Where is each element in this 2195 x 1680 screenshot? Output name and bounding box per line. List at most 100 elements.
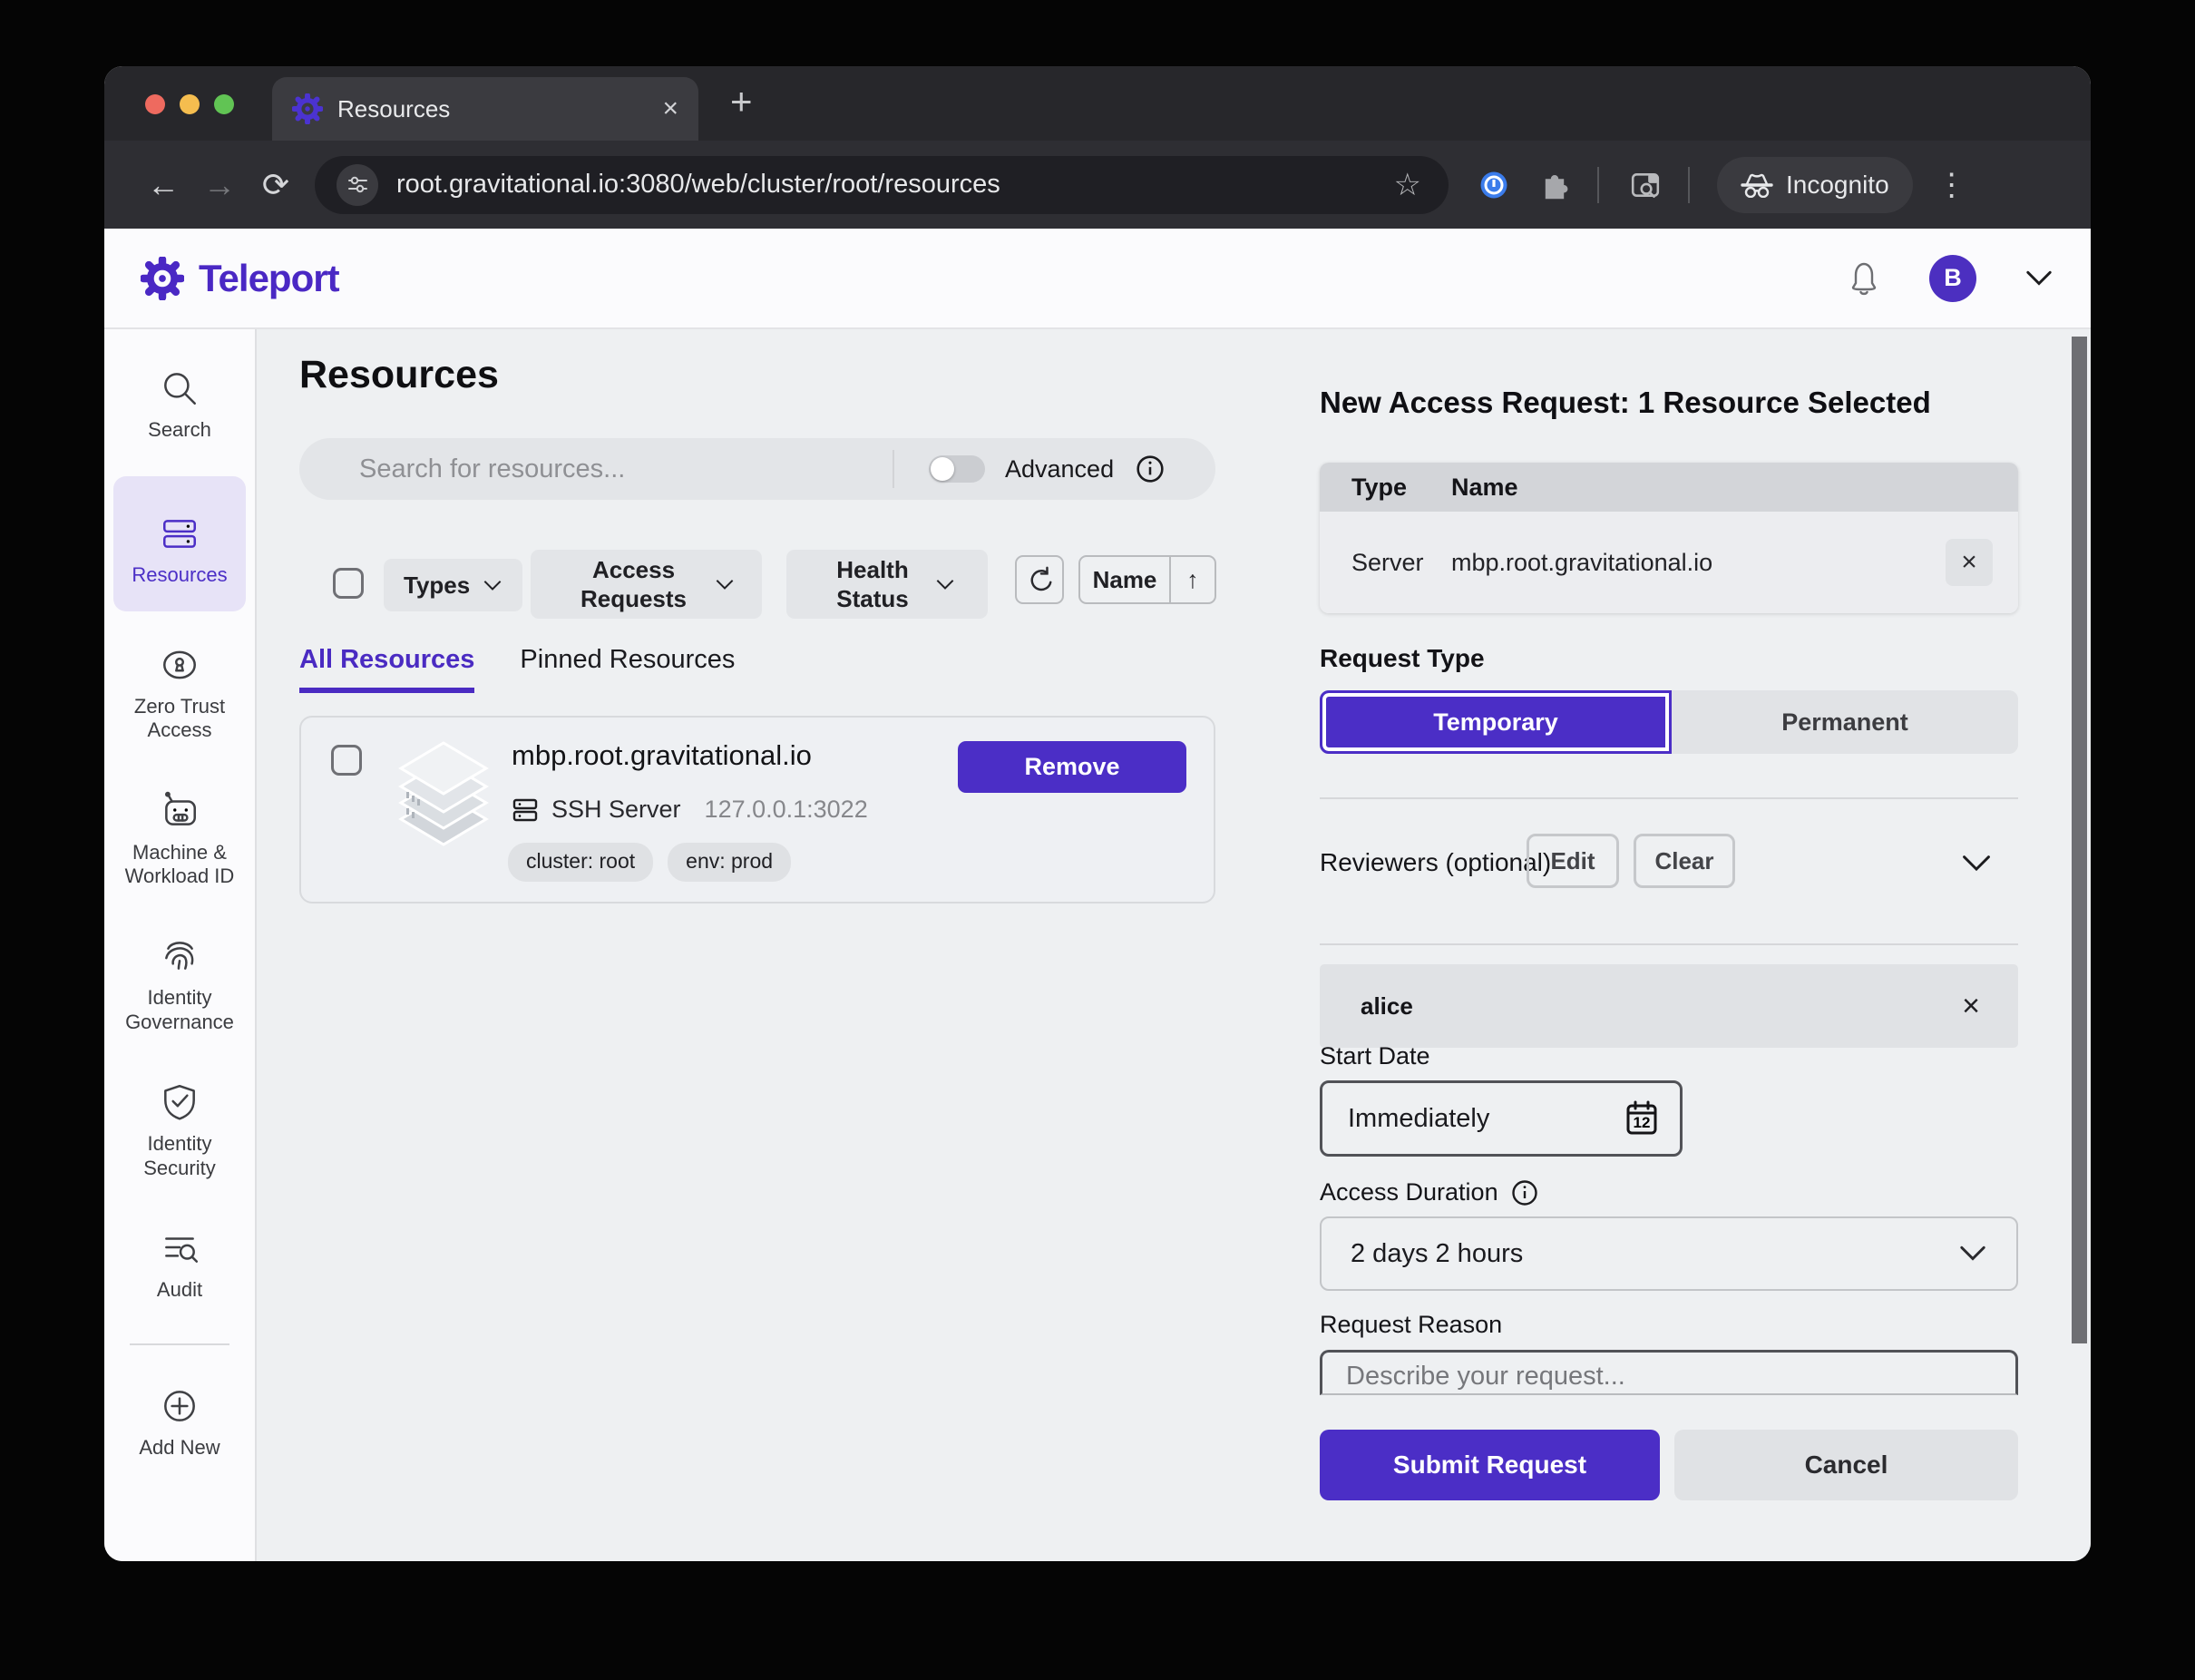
new-tab-button[interactable]: + <box>730 83 753 121</box>
forward-button[interactable]: → <box>191 166 248 204</box>
access-requests-filter-button[interactable]: Access Requests <box>531 550 762 619</box>
clear-reviewers-button[interactable]: Clear <box>1634 834 1735 888</box>
extensions-puzzle-icon <box>1539 167 1570 203</box>
teleport-logo[interactable]: Teleport <box>141 257 339 300</box>
back-button[interactable]: ← <box>135 166 191 204</box>
bookmark-star-icon[interactable]: ☆ <box>1389 167 1427 203</box>
table-row: Server mbp.root.gravitational.io × <box>1320 512 2018 613</box>
machine-id-icon <box>159 790 200 832</box>
browser-toolbar: ← → ⟳ root.gravitational.io:3080/web/clu… <box>104 141 2091 229</box>
filter-row: Types Access Requests Health Status Name <box>257 550 1218 622</box>
vertical-scrollbar[interactable] <box>2072 337 2087 1343</box>
incognito-icon <box>1741 172 1773 198</box>
brand-name: Teleport <box>199 257 339 300</box>
permanent-option[interactable]: Permanent <box>1672 690 2018 754</box>
sidebar: Search Resources Zero Trust Access Machi… <box>104 329 257 1561</box>
user-menu-chevron-icon[interactable] <box>2024 269 2054 288</box>
server-stack-illustration <box>392 734 495 854</box>
user-avatar[interactable]: B <box>1929 255 1976 302</box>
calendar-icon <box>1624 1099 1660 1138</box>
side-panel-button[interactable] <box>1630 171 1661 200</box>
toolbar-divider <box>1688 167 1690 203</box>
zero-trust-icon <box>159 644 200 686</box>
resource-card[interactable]: mbp.root.gravitational.io SSH Server 127… <box>299 716 1215 903</box>
onepassword-extension-button[interactable] <box>1479 171 1508 200</box>
resources-icon <box>159 513 200 554</box>
minimize-window-button[interactable] <box>180 94 200 114</box>
site-settings-button[interactable] <box>337 164 378 206</box>
incognito-badge: Incognito <box>1717 157 1913 213</box>
access-duration-select[interactable]: 2 days 2 hours <box>1320 1216 2018 1291</box>
reviewers-label: Reviewers (optional) <box>1320 848 1551 877</box>
fingerprint-icon <box>159 935 200 977</box>
remove-button[interactable]: Remove <box>958 741 1186 793</box>
advanced-label: Advanced <box>1005 455 1114 483</box>
resource-checkbox[interactable] <box>331 745 362 776</box>
remove-reviewer-icon[interactable]: × <box>1962 989 1980 1024</box>
sidebar-item-identity-security[interactable]: Identity Security <box>113 1069 246 1195</box>
submit-request-button[interactable]: Submit Request <box>1320 1430 1660 1500</box>
ssh-server-icon <box>512 796 539 824</box>
main-content: Resources Advanced Types Access Requests <box>257 329 2091 1561</box>
sidebar-item-resources[interactable]: Resources <box>113 476 246 610</box>
section-divider <box>1320 797 2018 799</box>
row-type: Server <box>1320 549 1451 577</box>
tab-all-resources[interactable]: All Resources <box>299 645 474 693</box>
maximize-window-button[interactable] <box>214 94 234 114</box>
temporary-option[interactable]: Temporary <box>1320 690 1672 754</box>
edit-reviewers-button[interactable]: Edit <box>1527 834 1619 888</box>
audit-icon <box>159 1227 200 1269</box>
resource-tags: cluster: root env: prod <box>508 843 791 882</box>
refresh-button[interactable] <box>1015 555 1064 604</box>
duration-info-icon[interactable] <box>1511 1179 1538 1206</box>
tab-pinned-resources[interactable]: Pinned Resources <box>520 645 735 693</box>
sidebar-item-search[interactable]: Search <box>113 355 246 456</box>
sidebar-item-machine-workload-id[interactable]: Machine & Workload ID <box>113 777 246 903</box>
close-window-button[interactable] <box>145 94 165 114</box>
tag-cluster[interactable]: cluster: root <box>508 843 653 882</box>
sidebar-item-add-new[interactable]: Add New <box>113 1372 246 1474</box>
resource-name: mbp.root.gravitational.io <box>512 739 812 772</box>
health-status-filter-button[interactable]: Health Status <box>786 550 988 619</box>
select-all-checkbox[interactable] <box>333 568 364 599</box>
chevron-down-icon <box>1958 1245 1987 1263</box>
onepassword-extension-icon <box>1479 171 1508 200</box>
browser-tab-strip: Resources × + <box>104 66 2091 141</box>
teleport-gear-icon <box>141 257 184 300</box>
section-divider <box>1320 943 2018 945</box>
tag-env[interactable]: env: prod <box>668 843 791 882</box>
address-bar[interactable]: root.gravitational.io:3080/web/cluster/r… <box>315 156 1449 214</box>
teleport-header: Teleport B <box>104 229 2091 329</box>
window-controls <box>145 94 234 114</box>
shield-check-icon <box>159 1081 200 1123</box>
sort-button[interactable]: Name ↑ <box>1078 555 1216 604</box>
browser-tab[interactable]: Resources × <box>272 77 698 141</box>
request-type-segmented: Temporary Permanent <box>1320 690 2018 754</box>
types-filter-button[interactable]: Types <box>384 559 522 611</box>
row-name: mbp.root.gravitational.io <box>1451 549 1712 577</box>
sidebar-item-audit[interactable]: Audit <box>113 1215 246 1316</box>
notification-bell-icon[interactable] <box>1846 259 1882 298</box>
selected-resources-table: Type Name Server mbp.root.gravitational.… <box>1320 463 2018 613</box>
column-type: Type <box>1320 474 1451 502</box>
remove-resource-button[interactable]: × <box>1946 539 1993 586</box>
browser-menu-button[interactable]: ⋮ <box>1936 167 1967 203</box>
advanced-toggle[interactable] <box>929 455 985 483</box>
start-date-input[interactable]: Immediately <box>1320 1080 1683 1157</box>
reload-button[interactable]: ⟳ <box>248 166 304 204</box>
resource-kind: SSH Server <box>551 796 681 824</box>
incognito-label: Incognito <box>1786 171 1889 200</box>
extensions-button[interactable] <box>1539 167 1570 203</box>
request-reason-textarea[interactable] <box>1320 1350 2018 1395</box>
sidebar-item-zero-trust-access[interactable]: Zero Trust Access <box>113 631 246 757</box>
cancel-button[interactable]: Cancel <box>1674 1430 2018 1500</box>
collapse-chevron-icon[interactable] <box>1960 854 1993 874</box>
access-duration-label: Access Duration <box>1320 1178 1538 1206</box>
sidebar-item-identity-governance[interactable]: Identity Governance <box>113 923 246 1049</box>
advanced-info-icon[interactable] <box>1136 454 1165 483</box>
reviewer-row: alice × <box>1320 964 2018 1048</box>
close-tab-icon[interactable]: × <box>662 93 678 124</box>
chevron-down-icon <box>935 578 955 591</box>
search-input[interactable] <box>299 454 880 484</box>
resource-search-bar: Advanced <box>299 438 1215 500</box>
